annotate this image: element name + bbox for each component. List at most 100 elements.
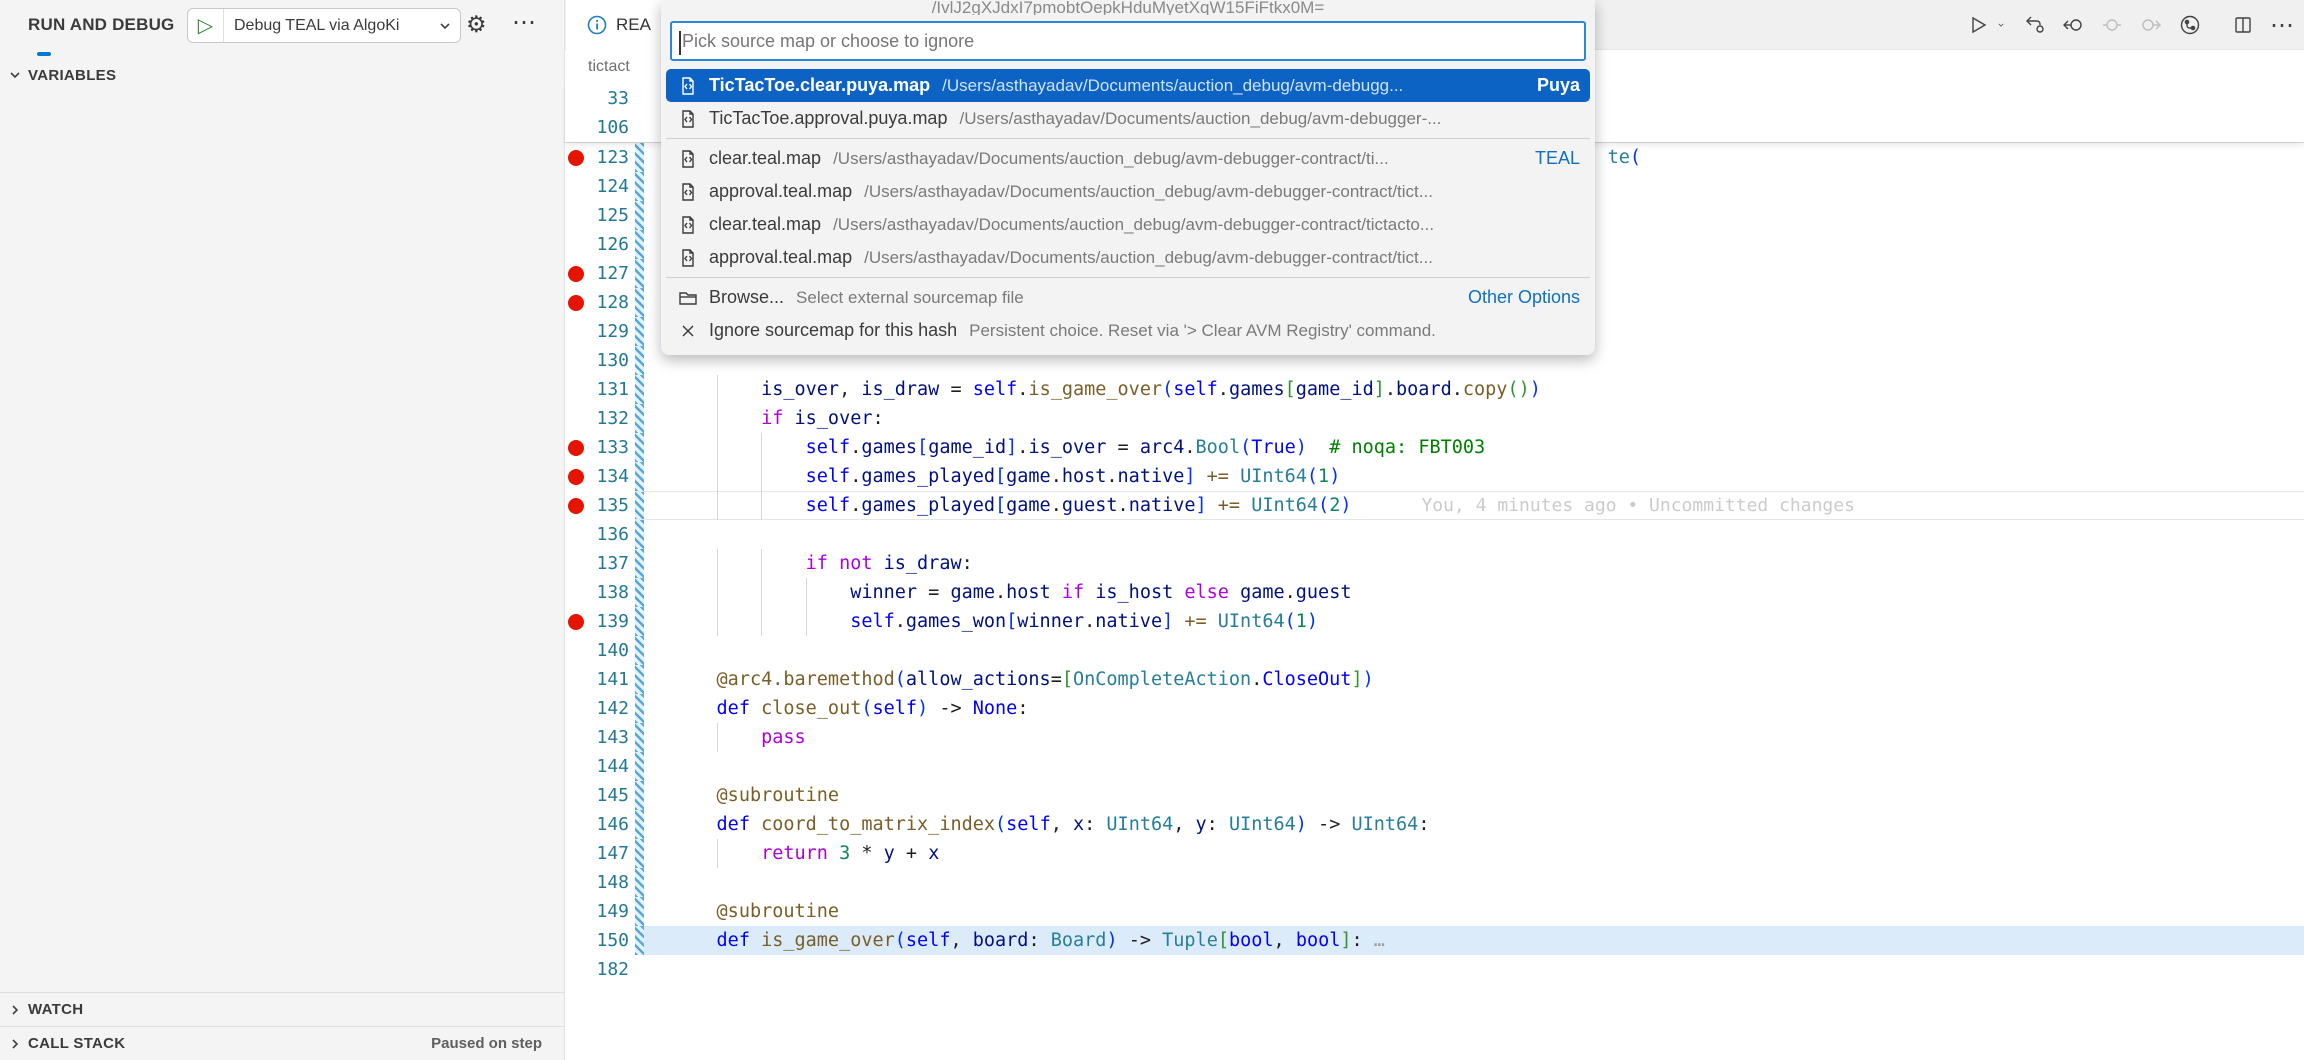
chevron-down-icon[interactable] [438, 19, 460, 33]
breakpoint-gutter[interactable] [565, 926, 587, 955]
quickpick-item[interactable]: Browse...Select external sourcemap fileO… [666, 281, 1590, 314]
breakpoint-icon[interactable] [568, 295, 584, 311]
quickpick-item-badge[interactable]: TEAL [1521, 148, 1580, 169]
code-line-141[interactable]: 141@arc4.baremethod(allow_actions=[OnCom… [565, 665, 2304, 694]
code-text[interactable] [662, 520, 672, 549]
code-text[interactable]: def is_game_over(self, board: Board) -> … [662, 926, 1385, 955]
breakpoint-gutter[interactable] [565, 810, 587, 839]
quickpick-item[interactable]: approval.teal.map/Users/asthayadav/Docum… [666, 241, 1590, 274]
code-text[interactable] [662, 955, 672, 984]
quickpick-input[interactable] [672, 23, 1584, 59]
breakpoint-gutter[interactable] [565, 607, 587, 636]
breadcrumb-filename[interactable]: tictact [588, 58, 630, 76]
code-text[interactable]: @subroutine [662, 781, 839, 810]
code-text[interactable]: return 3 * y + x [662, 839, 939, 868]
debug-config-dropdown[interactable]: ▷ Debug TEAL via AlgoKi [187, 8, 461, 43]
breakpoint-icon[interactable] [568, 469, 584, 485]
breakpoint-gutter[interactable] [565, 955, 587, 984]
call-stack-section-header[interactable]: CALL STACK Paused on step [0, 1026, 564, 1060]
quickpick-item[interactable]: Ignore sourcemap for this hashPersistent… [666, 314, 1590, 347]
code-text[interactable]: winner = game.host if is_host else game.… [662, 578, 1351, 607]
code-line-149[interactable]: 149@subroutine [565, 897, 2304, 926]
breakpoint-gutter[interactable] [565, 288, 587, 317]
code-text[interactable]: self.games_played[game.host.native] += U… [662, 462, 1340, 491]
breakpoint-gutter[interactable] [565, 172, 587, 201]
compare-changes-icon[interactable] [2022, 13, 2046, 37]
code-line-143[interactable]: 143pass [565, 723, 2304, 752]
run-python-file-button[interactable] [1966, 13, 1990, 37]
breakpoint-gutter[interactable] [565, 723, 587, 752]
breakpoint-gutter[interactable] [565, 636, 587, 665]
code-line-148[interactable]: 148 [565, 868, 2304, 897]
code-line-145[interactable]: 145@subroutine [565, 781, 2304, 810]
breakpoint-icon[interactable] [568, 440, 584, 456]
code-text[interactable] [662, 868, 672, 897]
breakpoint-gutter[interactable] [565, 868, 587, 897]
code-text[interactable]: self.games[game_id].is_over = arc4.Bool(… [662, 433, 1485, 462]
quickpick-item[interactable]: clear.teal.map/Users/asthayadav/Document… [666, 208, 1590, 241]
code-line-142[interactable]: 142def close_out(self) -> None: [565, 694, 2304, 723]
breakpoint-gutter[interactable] [565, 346, 587, 375]
code-text[interactable]: self.games_played[game.guest.native] += … [662, 491, 1855, 520]
gear-icon[interactable]: ⚙ [466, 11, 487, 37]
code-text[interactable]: @subroutine [662, 897, 839, 926]
breakpoint-gutter[interactable] [565, 230, 587, 259]
code-text[interactable] [662, 636, 672, 665]
previous-change-icon[interactable] [2061, 13, 2085, 37]
start-debug-icon[interactable]: ▷ [188, 9, 224, 42]
breakpoint-gutter[interactable] [565, 839, 587, 868]
breakpoint-gutter[interactable] [565, 781, 587, 810]
quickpick-item[interactable]: TicTacToe.clear.puya.map/Users/asthayada… [666, 69, 1590, 102]
code-line-139[interactable]: 139self.games_won[winner.native] += UInt… [565, 607, 2304, 636]
breakpoint-gutter[interactable] [565, 462, 587, 491]
code-line-131[interactable]: 131is_over, is_draw = self.is_game_over(… [565, 375, 2304, 404]
quickpick-item[interactable]: clear.teal.map/Users/asthayadav/Document… [666, 142, 1590, 175]
code-text[interactable]: def coord_to_matrix_index(self, x: UInt6… [662, 810, 1429, 839]
code-line-137[interactable]: 137if not is_draw: [565, 549, 2304, 578]
debug-config-label[interactable]: Debug TEAL via AlgoKi [224, 17, 438, 35]
breakpoint-icon[interactable] [568, 150, 584, 166]
breakpoint-gutter[interactable] [565, 317, 587, 346]
breakpoint-icon[interactable] [568, 614, 584, 630]
code-line-182[interactable]: 182 [565, 955, 2304, 984]
code-line-136[interactable]: 136 [565, 520, 2304, 549]
code-text[interactable]: self.games_won[winner.native] += UInt64(… [662, 607, 1318, 636]
code-text[interactable]: if is_over: [662, 404, 884, 433]
watch-section-header[interactable]: WATCH [0, 992, 564, 1026]
code-line-140[interactable]: 140 [565, 636, 2304, 665]
breakpoint-gutter[interactable] [565, 665, 587, 694]
quickpick-item-badge[interactable]: Other Options [1454, 287, 1580, 308]
code-line-135[interactable]: 135self.games_played[game.guest.native] … [565, 491, 2304, 520]
code-line-133[interactable]: 133self.games[game_id].is_over = arc4.Bo… [565, 433, 2304, 462]
code-line-144[interactable]: 144 [565, 752, 2304, 781]
breakpoint-gutter[interactable] [565, 143, 587, 172]
run-dropdown-chevron-icon[interactable] [1995, 13, 2007, 37]
code-text[interactable]: @arc4.baremethod(allow_actions=[OnComple… [662, 665, 1374, 694]
breakpoint-gutter[interactable] [565, 375, 587, 404]
variables-section-header[interactable]: VARIABLES [0, 60, 564, 90]
breakpoint-gutter[interactable] [565, 201, 587, 230]
breakpoint-gutter[interactable] [565, 520, 587, 549]
breakpoint-gutter[interactable] [565, 259, 587, 288]
code-line-132[interactable]: 132if is_over: [565, 404, 2304, 433]
code-line-146[interactable]: 146def coord_to_matrix_index(self, x: UI… [565, 810, 2304, 839]
more-actions-icon[interactable]: ⋯ [512, 8, 536, 37]
code-line-147[interactable]: 147return 3 * y + x [565, 839, 2304, 868]
breakpoint-gutter[interactable] [565, 578, 587, 607]
breakpoint-gutter[interactable] [565, 491, 587, 520]
code-text[interactable] [662, 752, 672, 781]
editor-more-actions-icon[interactable]: ⋯ [2270, 13, 2294, 37]
breakpoint-icon[interactable] [568, 266, 584, 282]
code-line-138[interactable]: 138winner = game.host if is_host else ga… [565, 578, 2304, 607]
code-line-134[interactable]: 134self.games_played[game.host.native] +… [565, 462, 2304, 491]
breakpoint-gutter[interactable] [565, 549, 587, 578]
breakpoint-gutter[interactable] [565, 694, 587, 723]
breakpoint-gutter[interactable] [565, 897, 587, 926]
quickpick-item[interactable]: TicTacToe.approval.puya.map/Users/asthay… [666, 102, 1590, 135]
breakpoint-icon[interactable] [568, 498, 584, 514]
quickpick-item[interactable]: approval.teal.map/Users/asthayadav/Docum… [666, 175, 1590, 208]
code-text[interactable]: if not is_draw: [662, 549, 973, 578]
split-editor-icon[interactable] [2231, 13, 2255, 37]
breakpoint-gutter[interactable] [565, 433, 587, 462]
code-text[interactable]: def close_out(self) -> None: [662, 694, 1028, 723]
